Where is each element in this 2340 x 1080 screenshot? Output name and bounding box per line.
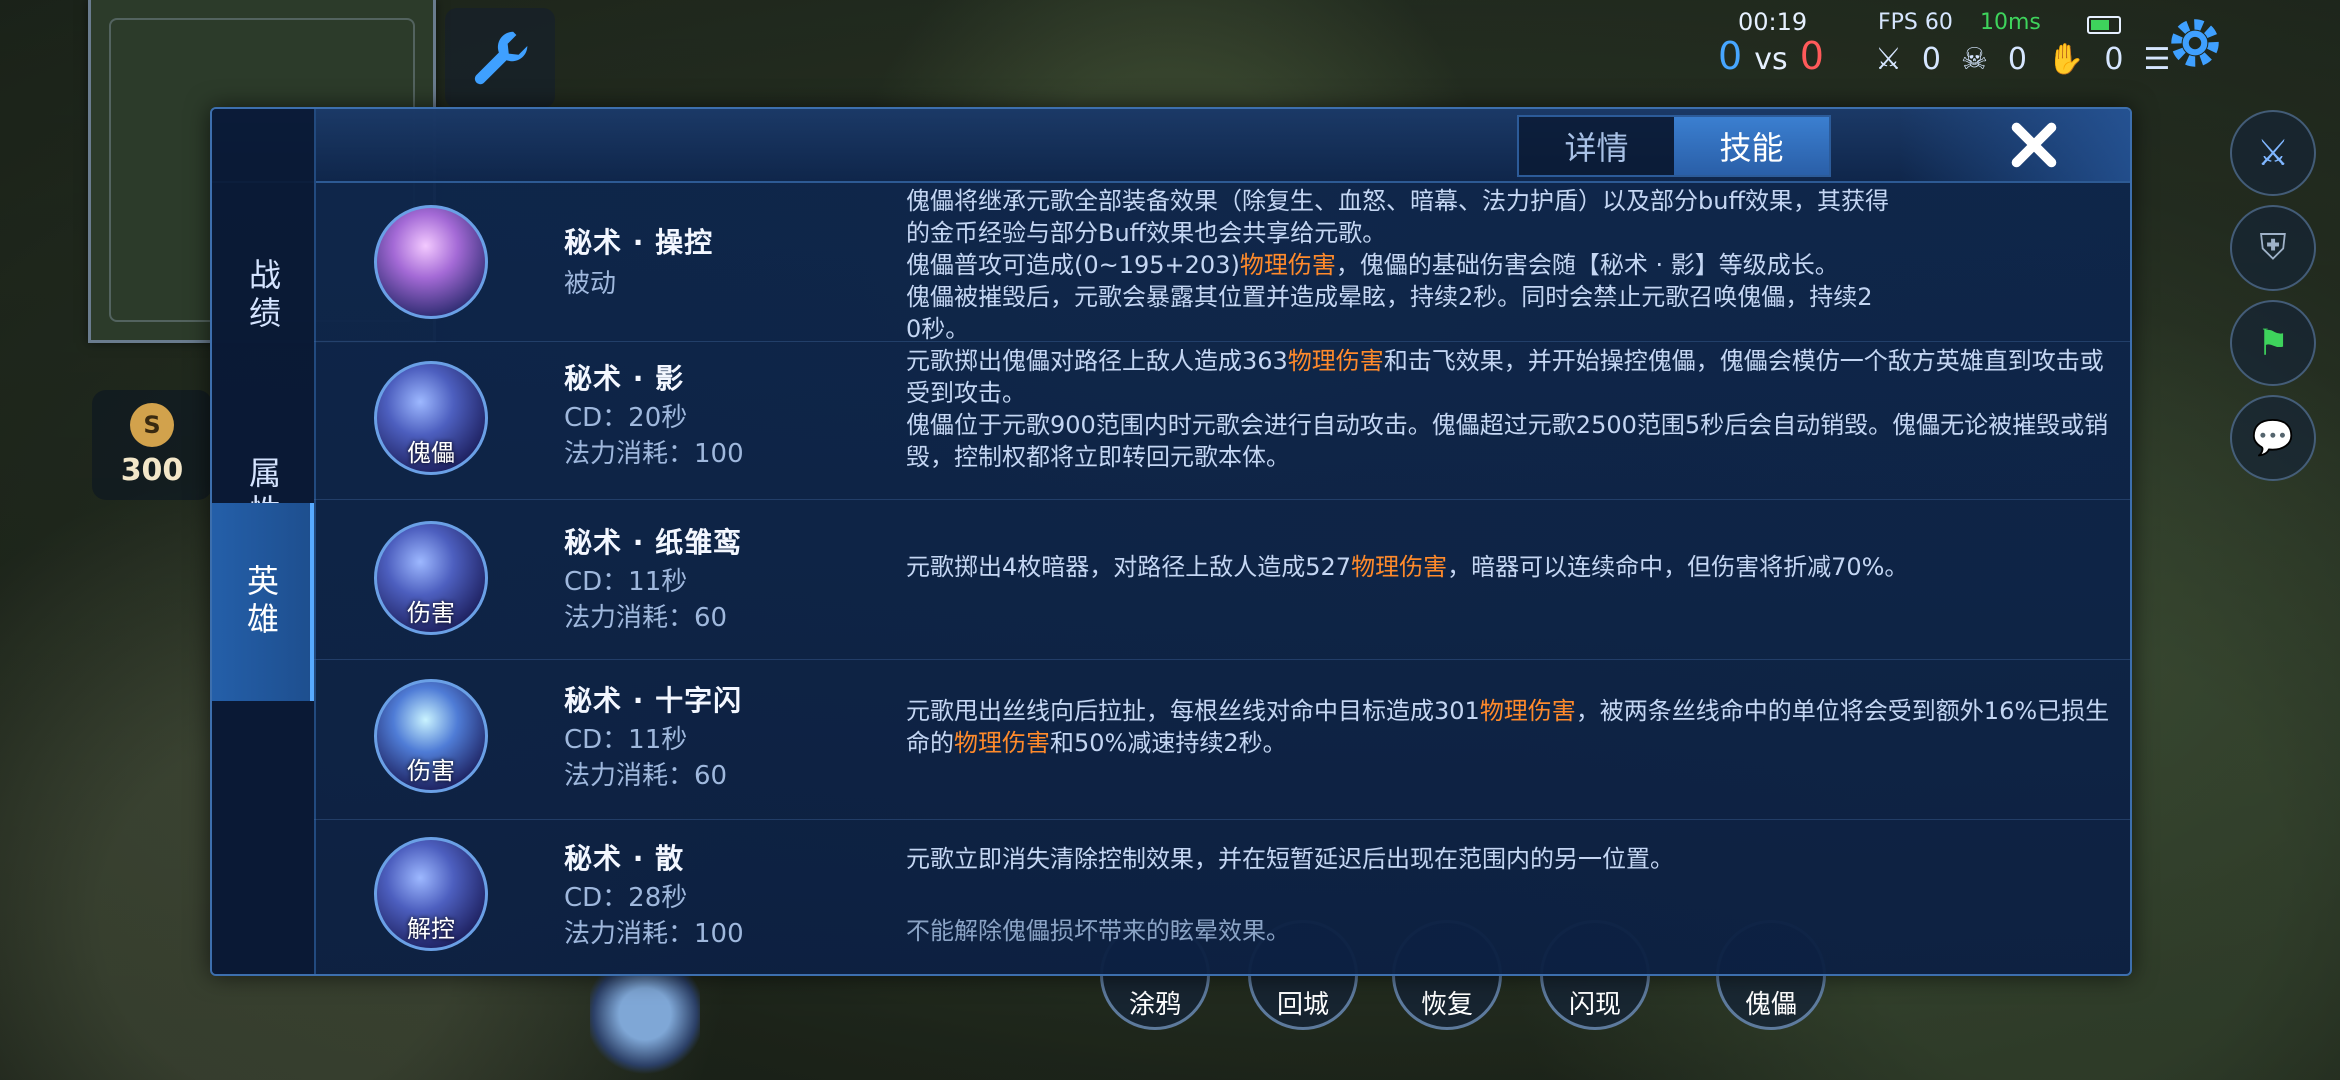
side-nav: 战绩 属性 英雄 (212, 109, 316, 974)
skill-description: 傀儡将继承元歌全部装备效果（除复生、血怒、暗幕、法力护盾）以及部分buff效果，… (906, 185, 2112, 345)
skill-mana: 法力消耗：60 (564, 761, 728, 791)
flag-icon: ⚑ (2256, 322, 2290, 364)
player-hero (590, 970, 700, 1080)
panel-header: 详情 技能 (212, 109, 2130, 183)
skill-2-icon[interactable]: 傀儡 (374, 361, 488, 475)
gold-shop-button[interactable]: S 300 (92, 390, 212, 500)
skill-cd: CD：11秒 (564, 725, 688, 755)
desc-text: 元歌立即消失清除控制效果，并在短暂延迟后出现在范围内的另一位置。 (906, 845, 1674, 873)
damage-type-highlight: 物理伤害 (1287, 347, 1384, 375)
damage-type-highlight: 物理伤害 (954, 729, 1050, 757)
desc-text: 元歌甩出丝线向后拉扯，每根丝线对命中目标造成301 (906, 697, 1480, 725)
skill-name: 秘术 · 散 (564, 842, 685, 875)
desc-text: 和50%减速持续2秒。 (1050, 729, 1287, 757)
skill-name: 秘术 · 影 (564, 362, 685, 395)
wrench-button[interactable] (445, 8, 555, 108)
hero-info-panel: 详情 技能 战绩 属性 英雄 秘术 · 操控 被动 傀儡将继承元歌全部装备效果（… (210, 107, 2132, 976)
skill-note: 不能解除傀儡损坏带来的眩晕效果。 (906, 917, 1290, 945)
nav-item-record[interactable]: 战绩 (212, 197, 314, 395)
skill-cd: CD：28秒 (564, 883, 688, 913)
skill-name: 秘术 · 纸雏鸾 (564, 526, 743, 559)
skill-cd: CD：20秒 (564, 403, 688, 433)
desc-text: 傀儡被摧毁后，元歌会暴露其位置并造成晕眩，持续2秒。同时会禁止元歌召唤傀儡，持续… (906, 283, 1873, 311)
skull-icon: ☠ (1961, 42, 1988, 77)
skill-row-3: 伤害 秘术 · 纸雏鸾 CD：11秒 法力消耗：60 元歌掷出4枚暗器，对路径上… (314, 499, 2130, 660)
battery-icon (2087, 16, 2121, 34)
wrench-icon (474, 31, 528, 85)
sword-icon: ⚔ (1875, 42, 1902, 77)
sword-signal-icon: ⚔ (2256, 132, 2290, 174)
desc-text: 傀儡位于元歌900范围内时元歌会进行自动攻击。傀儡超过元歌2500范围5秒后会自… (906, 411, 2109, 471)
damage-type-highlight: 物理伤害 (1239, 251, 1336, 279)
shield-icon: ⛨ (2259, 227, 2287, 268)
desc-text: 的金币经验与部分Buff效果也会共享给元歌。 (906, 219, 1387, 247)
gold-amount: 300 (120, 452, 184, 488)
panel-tabs: 详情 技能 (1517, 115, 1831, 177)
damage-type-highlight: 物理伤害 (1351, 553, 1448, 581)
skill-cd: CD：11秒 (564, 567, 688, 597)
retreat-signal-button[interactable]: ⛨ (2230, 205, 2316, 291)
gather-signal-button[interactable]: ⚑ (2230, 300, 2316, 386)
skill-description: 元歌甩出丝线向后拉扯，每根丝线对命中目标造成301物理伤害，被两条丝线命中的单位… (906, 695, 2112, 759)
desc-text: ，暗器可以连续命中，但伤害将折减70%。 (1447, 553, 1909, 581)
blue-score: 0 (1718, 34, 1743, 78)
desc-text: 傀儡将继承元歌全部装备效果（除复生、血怒、暗幕、法力护盾）以及部分buff效果，… (906, 187, 1889, 215)
damage-type-highlight: 物理伤害 (1479, 697, 1576, 725)
close-button[interactable] (1900, 109, 2130, 181)
skill-5-icon[interactable]: 解控 (374, 837, 488, 951)
skill-description: 元歌掷出4枚暗器，对路径上敌人造成527物理伤害，暗器可以连续命中，但伤害将折减… (906, 551, 2112, 583)
skill-type: 被动 (564, 269, 617, 299)
skill-row-2: 傀儡 秘术 · 影 CD：20秒 法力消耗：100 元歌掷出傀儡对路径上敌人造成… (314, 341, 2130, 500)
assists-count: 0 (2104, 42, 2124, 77)
skill-mana: 法力消耗：100 (564, 919, 744, 949)
ping-readout: 10ms (1980, 10, 2041, 35)
skill-mana: 法力消耗：100 (564, 439, 744, 469)
skill-description: 元歌立即消失清除控制效果，并在短暂延迟后出现在范围内的另一位置。 (906, 843, 2112, 875)
hand-icon: ✋ (2047, 42, 2085, 77)
tab-skills[interactable]: 技能 (1674, 117, 1829, 175)
red-score: 0 (1799, 34, 1824, 78)
icon-tag: 伤害 (407, 599, 455, 627)
fps-readout: FPS 60 (1878, 10, 1953, 35)
skill-row-5: 解控 秘术 · 散 CD：28秒 法力消耗：100 元歌立即消失清除控制效果，并… (314, 819, 2130, 974)
icon-tag: 解控 (407, 915, 455, 943)
right-hud-buttons: ⚔ ⛨ ⚑ 💬 (2210, 110, 2340, 960)
team-score: 0 vs 0 (1718, 34, 1824, 78)
match-timer: 00:19 (1738, 8, 1808, 36)
desc-text: 元歌掷出4枚暗器，对路径上敌人造成527 (906, 553, 1352, 581)
gold-bag-icon: S (130, 402, 174, 447)
deaths-count: 0 (2007, 42, 2027, 77)
nav-item-hero[interactable]: 英雄 (212, 503, 314, 701)
close-icon (2011, 122, 2057, 168)
settings-gear-icon[interactable] (2162, 10, 2228, 76)
skill-row-passive: 秘术 · 操控 被动 傀儡将继承元歌全部装备效果（除复生、血怒、暗幕、法力护盾）… (314, 181, 2130, 345)
kills-count: 0 (1921, 42, 1941, 77)
skill-passive-icon[interactable] (374, 205, 488, 319)
icon-tag: 傀儡 (407, 439, 455, 467)
skill-name: 秘术 · 十字闪 (564, 684, 743, 717)
tab-details[interactable]: 详情 (1519, 117, 1674, 175)
skill-mana: 法力消耗：60 (564, 603, 728, 633)
skill-name: 秘术 · 操控 (564, 226, 714, 259)
chat-bubble-icon: 💬 (2251, 418, 2295, 458)
skill-4-icon[interactable]: 伤害 (374, 679, 488, 793)
attack-signal-button[interactable]: ⚔ (2230, 110, 2316, 196)
skill-3-icon[interactable]: 伤害 (374, 521, 488, 635)
kda-stats: ⚔ 0 ☠ 0 ✋ 0 ☰ (1875, 42, 2170, 77)
desc-text: 0秒。 (906, 315, 970, 343)
icon-tag: 伤害 (407, 757, 455, 785)
skill-description: 元歌掷出傀儡对路径上敌人造成363物理伤害和击飞效果，并开始操控傀儡，傀儡会模仿… (906, 345, 2112, 473)
vs-label: vs (1754, 42, 1788, 77)
skill-row-4: 伤害 秘术 · 十字闪 CD：11秒 法力消耗：60 元歌甩出丝线向后拉扯，每根… (314, 659, 2130, 820)
desc-text: 元歌掷出傀儡对路径上敌人造成363 (906, 347, 1288, 375)
chat-button[interactable]: 💬 (2230, 395, 2316, 481)
desc-text: ，傀儡的基础伤害会随【秘术 · 影】等级成长。 (1335, 251, 1839, 279)
desc-text: 傀儡普攻可造成(0~195+203) (906, 251, 1240, 279)
